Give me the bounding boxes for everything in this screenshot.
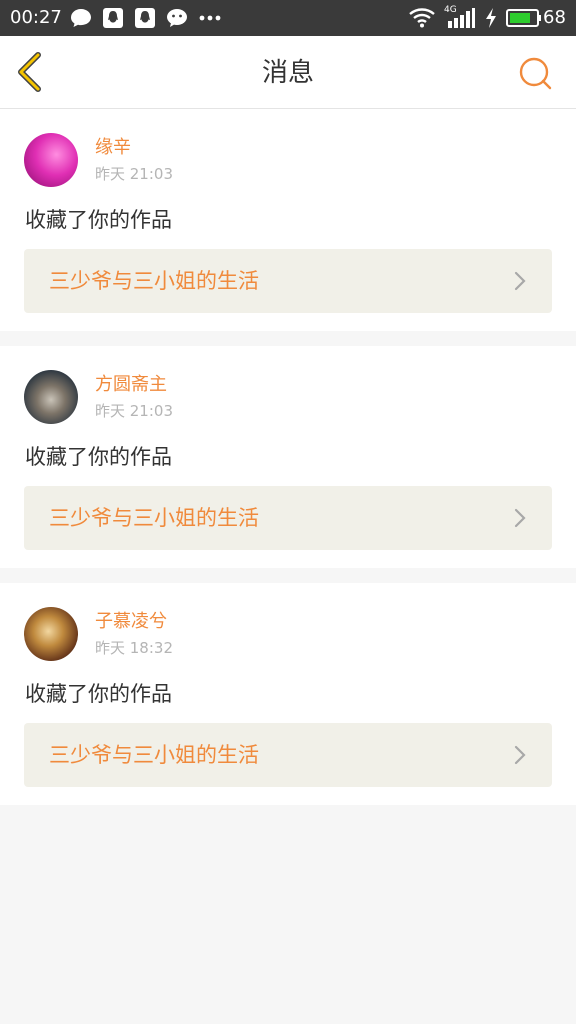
status-bar: 00:27 4G 68 bbox=[0, 0, 576, 36]
avatar[interactable] bbox=[24, 133, 78, 187]
work-title: 三少爷与三小姐的生活 bbox=[49, 506, 259, 530]
status-time: 00:27 bbox=[10, 7, 62, 28]
header-bar: 消息 bbox=[0, 36, 576, 109]
work-link[interactable]: 三少爷与三小姐的生活 bbox=[24, 723, 552, 787]
work-link[interactable]: 三少爷与三小姐的生活 bbox=[24, 249, 552, 313]
message-action: 收藏了你的作品 bbox=[25, 445, 172, 469]
username[interactable]: 缘辛 bbox=[95, 137, 131, 159]
message-time: 昨天 21:03 bbox=[95, 165, 173, 183]
work-link[interactable]: 三少爷与三小姐的生活 bbox=[24, 486, 552, 550]
message-card: 方圆斋主 昨天 21:03 收藏了你的作品 三少爷与三小姐的生活 bbox=[0, 346, 576, 568]
work-title: 三少爷与三小姐的生活 bbox=[49, 269, 259, 293]
charging-icon bbox=[486, 8, 496, 28]
search-icon[interactable] bbox=[516, 54, 554, 92]
wifi-icon bbox=[409, 8, 435, 28]
page-title: 消息 bbox=[261, 58, 314, 88]
chevron-right-icon bbox=[514, 508, 526, 528]
qq-icon bbox=[135, 8, 155, 28]
message-time: 昨天 18:32 bbox=[95, 639, 173, 657]
username[interactable]: 方圆斋主 bbox=[95, 374, 167, 396]
avatar[interactable] bbox=[24, 370, 78, 424]
qq-icon bbox=[103, 8, 123, 28]
message-action: 收藏了你的作品 bbox=[25, 682, 172, 706]
avatar[interactable] bbox=[24, 607, 78, 661]
message-time: 昨天 21:03 bbox=[95, 402, 173, 420]
message-card: 子慕凌兮 昨天 18:32 收藏了你的作品 三少爷与三小姐的生活 bbox=[0, 583, 576, 805]
signal-icon bbox=[448, 8, 475, 28]
message-card: 缘辛 昨天 21:03 收藏了你的作品 三少爷与三小姐的生活 bbox=[0, 109, 576, 331]
more-dots-icon bbox=[199, 15, 221, 21]
chat-bubble-icon bbox=[71, 9, 91, 27]
username[interactable]: 子慕凌兮 bbox=[95, 611, 167, 633]
chevron-right-icon bbox=[514, 271, 526, 291]
work-title: 三少爷与三小姐的生活 bbox=[49, 743, 259, 767]
chevron-right-icon bbox=[514, 745, 526, 765]
wechat-icon bbox=[167, 9, 187, 27]
battery-icon bbox=[506, 9, 541, 27]
message-action: 收藏了你的作品 bbox=[25, 208, 172, 232]
battery-level: 68 bbox=[543, 7, 566, 28]
